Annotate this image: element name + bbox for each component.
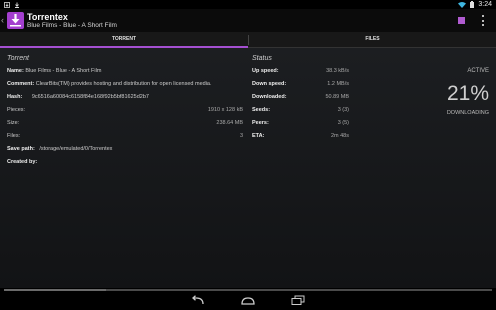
tab-bar: TORRENT FILES bbox=[0, 32, 496, 48]
down-speed-label: Down speed: bbox=[252, 81, 287, 87]
eta-value: 2m 48s bbox=[330, 133, 349, 139]
home-icon[interactable] bbox=[241, 295, 255, 306]
hash-label: Hash: bbox=[7, 94, 23, 100]
downloaded-label: Downloaded: bbox=[252, 94, 287, 100]
peers-value: 3 (5) bbox=[337, 120, 349, 126]
save-path-label: Save path: bbox=[7, 146, 35, 152]
up-navigation-icon[interactable]: ‹ bbox=[1, 15, 4, 25]
name-row: Name: Blue Films - Blue - A Short Film bbox=[7, 68, 101, 74]
comment-row: Comment: ClearBits(TM) provides hosting … bbox=[7, 81, 212, 87]
created-by-row: Created by: bbox=[7, 159, 37, 165]
status-heading: Status bbox=[252, 55, 272, 62]
created-by-label: Created by: bbox=[7, 159, 38, 165]
phase-label: DOWNLOADING bbox=[446, 110, 489, 116]
files-label: Files: bbox=[7, 133, 21, 139]
peers-label: Peers: bbox=[252, 120, 269, 126]
download-icon bbox=[15, 2, 19, 8]
size-value: 238.64 MB bbox=[216, 120, 243, 126]
name-label: Name: bbox=[7, 68, 24, 74]
eta-label: ETA: bbox=[252, 133, 265, 139]
downloaded-value: 50.89 MB bbox=[325, 94, 349, 100]
comment-label: Comment: bbox=[7, 81, 35, 87]
torrent-heading: Torrent bbox=[7, 55, 29, 62]
up-speed-label: Up speed: bbox=[252, 68, 279, 74]
seeds-value: 3 (3) bbox=[337, 107, 349, 113]
hash-value: 9c6516a60084c6158f84e168f92b5bf81625d2b7 bbox=[31, 94, 149, 100]
stop-icon[interactable] bbox=[458, 17, 465, 24]
overflow-menu-icon[interactable] bbox=[480, 15, 486, 26]
comment-value: ClearBits(TM) provides hosting and distr… bbox=[35, 81, 212, 87]
status-bar-left bbox=[4, 0, 20, 9]
save-path-value: /storage/emulated/0/Torrentex bbox=[39, 146, 113, 152]
size-label: Size: bbox=[7, 120, 20, 126]
status-bar: 3:24 bbox=[0, 0, 496, 9]
back-icon[interactable] bbox=[191, 295, 205, 306]
torrent-details: Torrent Name: Blue Films - Blue - A Shor… bbox=[0, 48, 496, 288]
download-progress-fill bbox=[4, 289, 107, 291]
clock: 3:24 bbox=[478, 1, 492, 8]
files-value: 3 bbox=[239, 133, 243, 139]
save-path-row: Save path: /storage/emulated/0/Torrentex bbox=[7, 146, 112, 152]
torrent-subtitle: Blue Films - Blue - A Short Film bbox=[27, 22, 117, 29]
pieces-value: 1910 x 128 kB bbox=[207, 107, 243, 113]
up-speed-value: 38.3 kB/s bbox=[326, 68, 349, 74]
download-progress-bar bbox=[4, 289, 492, 291]
recent-apps-icon[interactable] bbox=[291, 295, 305, 306]
down-speed-value: 1.2 MB/s bbox=[327, 81, 349, 87]
hash-row: Hash: 9c6516a60084c6158f84e168f92b5bf816… bbox=[7, 94, 149, 100]
app-notification-icon bbox=[4, 1, 10, 8]
percent-complete: 21% bbox=[446, 82, 489, 105]
tab-torrent[interactable]: TORRENT bbox=[0, 32, 248, 48]
battery-icon bbox=[470, 1, 475, 8]
status-bar-right: 3:24 bbox=[458, 0, 492, 9]
app-logo-icon[interactable] bbox=[7, 12, 24, 29]
navigation-bar bbox=[0, 292, 496, 310]
pieces-label: Pieces: bbox=[7, 107, 26, 113]
seeds-label: Seeds: bbox=[252, 107, 271, 113]
action-bar: ‹ Torrentex Blue Films - Blue - A Short … bbox=[0, 9, 496, 32]
state-label: ACTIVE bbox=[467, 68, 489, 74]
name-value: Blue Films - Blue - A Short Film bbox=[25, 68, 102, 74]
tab-files[interactable]: FILES bbox=[249, 32, 496, 48]
wifi-icon bbox=[458, 1, 467, 8]
app-title: Torrentex bbox=[27, 12, 68, 22]
